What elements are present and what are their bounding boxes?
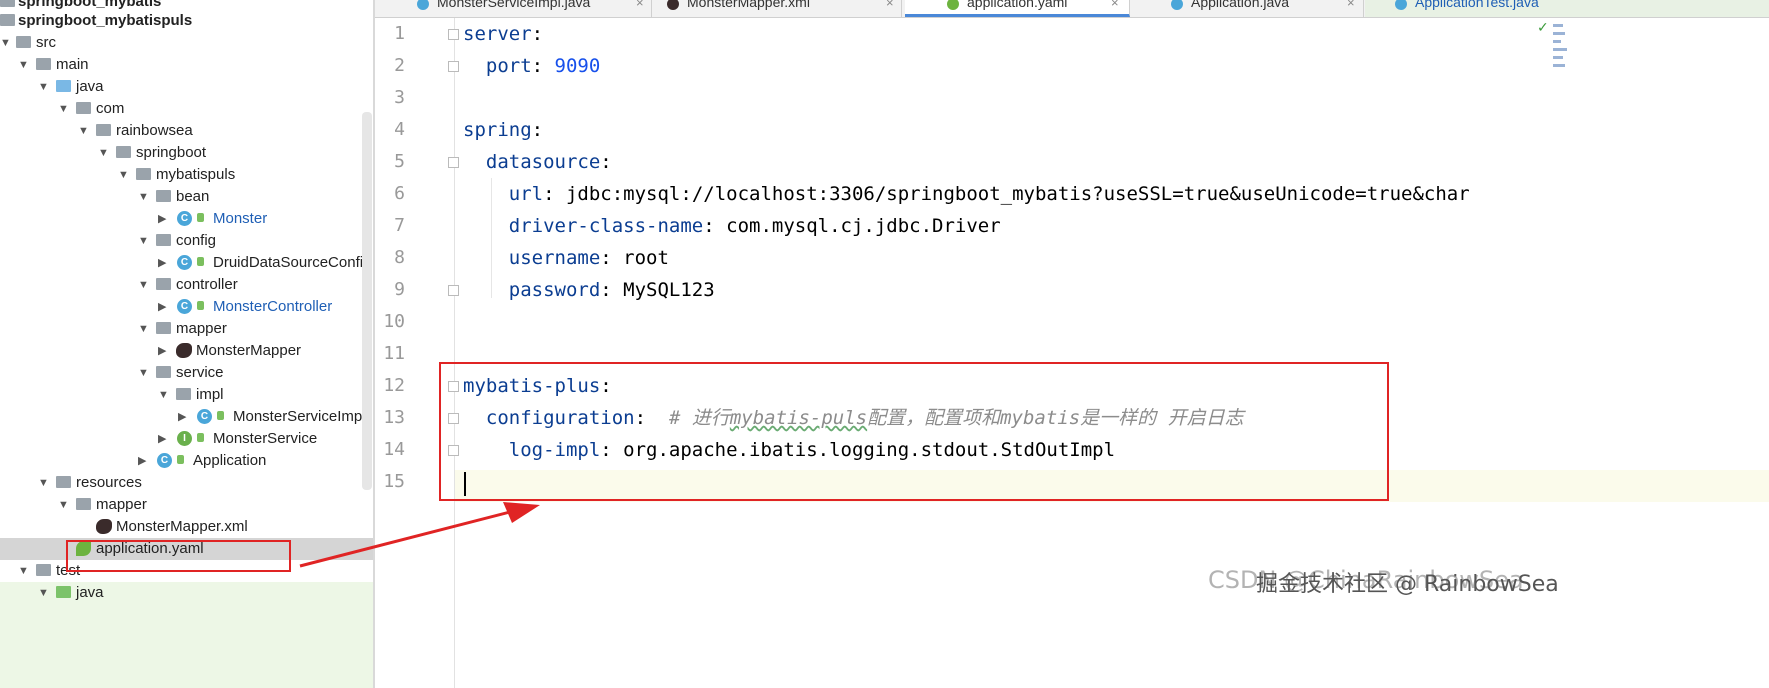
watermark-overlay: 掘金技术社区 @ RainbowSea — [1256, 572, 1559, 597]
